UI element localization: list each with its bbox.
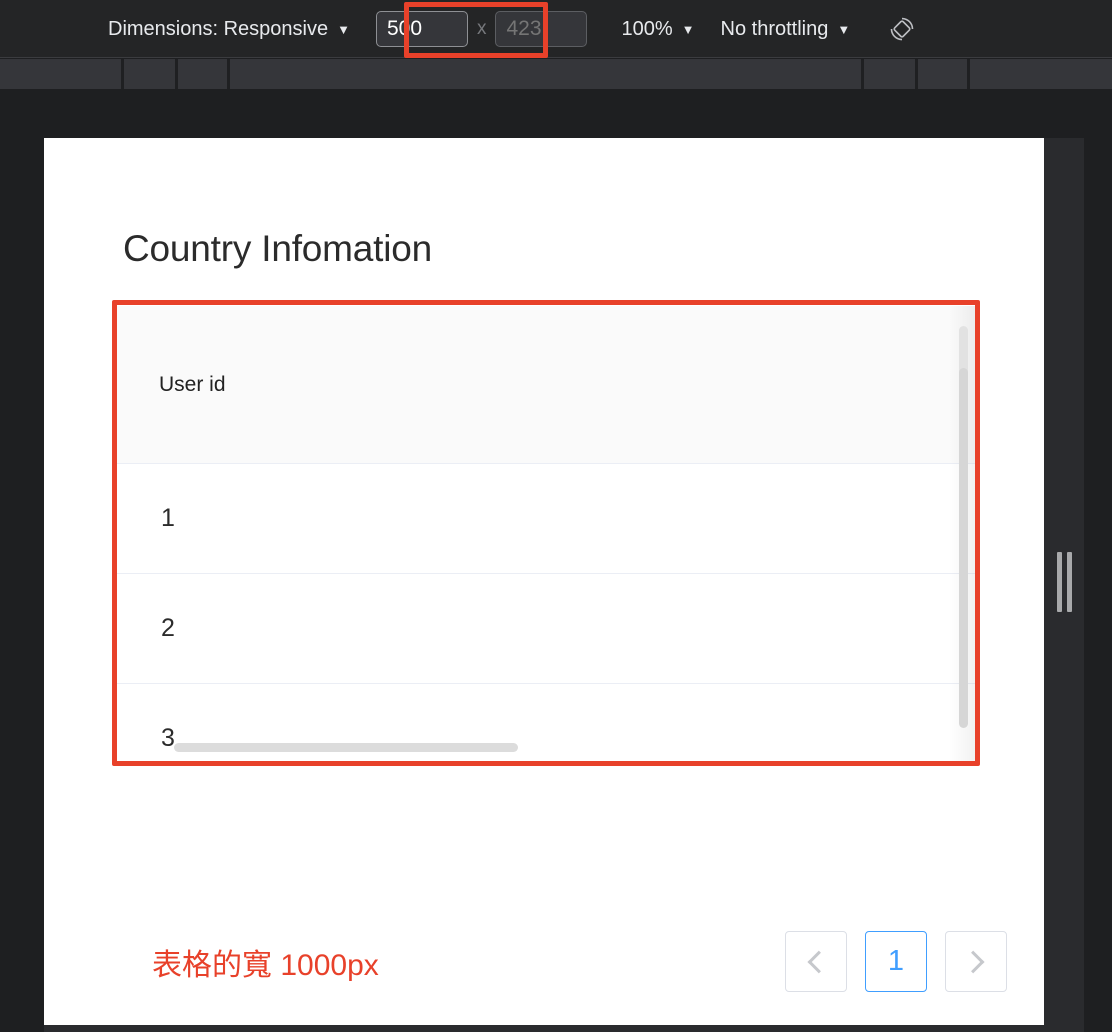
resize-grip-icon <box>1057 552 1072 612</box>
dimension-inputs: x <box>376 11 588 47</box>
ruler-tick <box>915 59 918 89</box>
zoom-label: 100% <box>621 19 672 39</box>
device-toolbar: Dimensions: Responsive ▼ x 100% ▼ No thr… <box>0 0 1112 58</box>
chevron-down-icon: ▼ <box>337 23 350 36</box>
rotate-device-button[interactable] <box>884 11 920 47</box>
viewport-height-input[interactable] <box>495 11 587 47</box>
cell-user-id: 1 <box>161 504 175 533</box>
viewport-width-input[interactable] <box>376 11 468 47</box>
table-row[interactable]: 2 <box>117 574 975 684</box>
table-vertical-scrollbar[interactable] <box>959 326 968 730</box>
table-row[interactable]: 1 <box>117 464 975 574</box>
table-width-note: 表格的寬 1000px <box>152 940 379 984</box>
pagination-prev-button[interactable] <box>785 931 847 992</box>
ruler-tick <box>121 59 124 89</box>
pagination: 1 <box>785 931 1007 992</box>
devtools-device-mode-root: Dimensions: Responsive ▼ x 100% ▼ No thr… <box>0 0 1112 1032</box>
rotate-device-icon <box>887 14 917 44</box>
device-stage: Country Infomation User id 1 2 3 <box>0 89 1112 1032</box>
ruler-tick <box>861 59 864 89</box>
viewport-height-resize-handle[interactable] <box>44 1025 1084 1032</box>
ruler-tick <box>227 59 230 89</box>
pagination-next-button[interactable] <box>945 931 1007 992</box>
chevron-down-icon: ▼ <box>682 23 695 36</box>
viewport-ruler[interactable] <box>0 59 1112 89</box>
zoom-dropdown[interactable]: 100% ▼ <box>617 12 698 46</box>
toolbar-left-spacer <box>0 28 104 29</box>
ruler-tick <box>175 59 178 89</box>
pagination-page-1-button[interactable]: 1 <box>865 931 927 992</box>
chevron-left-icon <box>808 950 831 973</box>
page-title: Country Infomation <box>123 228 432 270</box>
emulated-page-viewport: Country Infomation User id 1 2 3 <box>44 138 1044 1025</box>
throttling-dropdown[interactable]: No throttling ▼ <box>717 12 855 46</box>
table-header-row: User id <box>117 306 975 464</box>
dimension-separator: x <box>477 18 487 40</box>
chevron-right-icon <box>962 950 985 973</box>
scrollbar-thumb-lower[interactable] <box>959 368 968 728</box>
dimensions-dropdown[interactable]: Dimensions: Responsive ▼ <box>104 12 354 46</box>
ruler-tick <box>967 59 970 89</box>
cell-user-id: 2 <box>161 614 175 643</box>
cell-user-id: 3 <box>161 724 175 753</box>
throttling-label: No throttling <box>721 19 829 39</box>
dimensions-label: Dimensions: Responsive <box>108 19 328 39</box>
viewport-width-resize-handle[interactable] <box>1044 138 1084 1025</box>
country-information-table: User id 1 2 3 <box>117 306 975 762</box>
table-column-header-user-id: User id <box>159 373 226 397</box>
chevron-down-icon: ▼ <box>837 23 850 36</box>
table-horizontal-scrollbar[interactable] <box>174 743 518 752</box>
